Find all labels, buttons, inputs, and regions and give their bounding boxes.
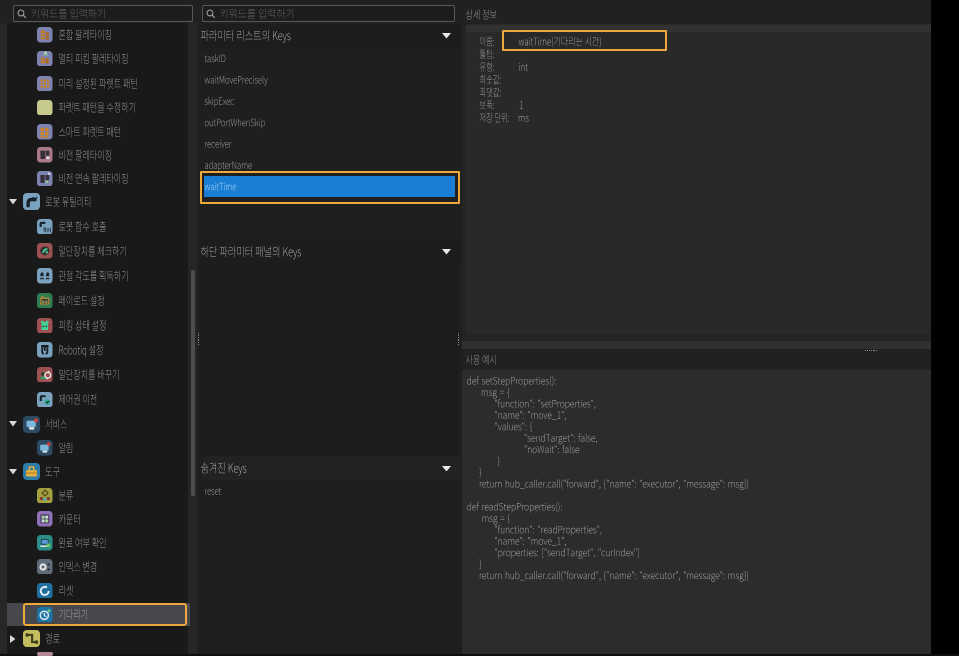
svg-text:f(x): f(x) <box>43 227 51 233</box>
svg-text:KG: KG <box>42 300 48 304</box>
